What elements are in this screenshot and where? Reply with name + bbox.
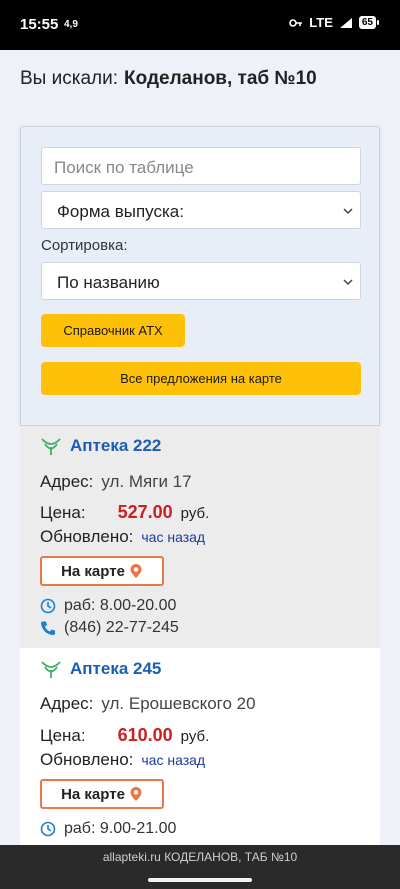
- address-label: Адрес:: [40, 472, 94, 491]
- address-label: Адрес:: [40, 694, 94, 713]
- on-map-button[interactable]: На карте: [40, 556, 164, 586]
- address-value: ул. Мяги 17: [101, 472, 192, 491]
- pharmacy-name[interactable]: Аптека 245: [70, 659, 161, 679]
- updated-label: Обновлено:: [40, 527, 134, 546]
- sort-label: Сортировка:: [41, 237, 128, 254]
- price-label: Цена:: [40, 726, 86, 745]
- pharmacy-header[interactable]: Аптека 245: [40, 659, 161, 679]
- updated-label: Обновлено:: [40, 750, 134, 769]
- search-query: Коделанов, таб №10: [124, 68, 317, 89]
- hours-row: раб: 9.00-21.00: [40, 820, 176, 838]
- search-prefix: Вы искали:: [20, 68, 118, 89]
- pharmacy-logo-icon: [41, 438, 61, 455]
- phone-icon: [41, 621, 55, 635]
- currency: руб.: [180, 505, 210, 522]
- price-value: 610.00: [117, 725, 173, 745]
- updated-row: Обновлено: час назад: [40, 527, 205, 547]
- on-map-label: На карте: [61, 785, 125, 803]
- pharmacy-card: Аптека 222 Адрес: ул. Мяги 17 Цена: 527.00…: [20, 426, 380, 648]
- sort-select-value: По названию: [57, 273, 160, 292]
- status-time: 15:55: [20, 16, 59, 33]
- atc-reference-button[interactable]: Справочник АТХ: [41, 314, 185, 347]
- hours-value: раб: 9.00-21.00: [64, 820, 177, 837]
- all-offers-map-button[interactable]: Все предложения на карте: [41, 362, 361, 395]
- status-bar: 15:55 4,9 LTE 65: [0, 0, 400, 50]
- signal-icon: [339, 17, 352, 28]
- pharmacy-logo-icon: [41, 661, 61, 678]
- bottom-bar: allapteki.ru КОДЕЛАНОВ, ТАБ №10: [0, 845, 400, 889]
- clock-icon: [40, 598, 56, 614]
- address-row: Адрес: ул. Мяги 17: [40, 472, 192, 492]
- updated-value: час назад: [141, 752, 206, 768]
- page-url-title: allapteki.ru КОДЕЛАНОВ, ТАБ №10: [102, 850, 298, 864]
- sort-select[interactable]: По названию: [41, 262, 361, 300]
- network-speed: 4,9: [64, 19, 78, 30]
- network-type: LTE: [309, 15, 333, 30]
- home-indicator[interactable]: [148, 878, 252, 882]
- price-label: Цена:: [40, 503, 86, 522]
- pharmacy-header[interactable]: Аптека 222: [40, 436, 161, 456]
- form-select-value: Форма выпуска:: [57, 202, 184, 221]
- chevron-down-icon: [343, 279, 353, 286]
- phone-row[interactable]: (846) 22-77-245: [40, 619, 179, 637]
- price-row: Цена: 527.00 руб.: [40, 502, 209, 523]
- updated-row: Обновлено: час назад: [40, 750, 205, 770]
- on-map-label: На карте: [61, 562, 125, 580]
- address-value: ул. Ерошевского 20: [101, 694, 256, 713]
- filter-panel: Поиск по таблице Форма выпуска: Сортиров…: [20, 126, 380, 426]
- key-icon: [289, 18, 303, 27]
- on-map-button[interactable]: На карте: [40, 779, 164, 809]
- pharmacy-name[interactable]: Аптека 222: [70, 436, 161, 456]
- address-row: Адрес: ул. Ерошевского 20: [40, 694, 256, 714]
- map-pin-icon: [130, 787, 142, 801]
- currency: руб.: [180, 728, 210, 745]
- price-value: 527.00: [117, 502, 173, 522]
- map-pin-icon: [130, 564, 142, 578]
- table-search-input[interactable]: Поиск по таблице: [41, 147, 361, 185]
- chevron-down-icon: [343, 208, 353, 215]
- phone-value[interactable]: (846) 22-77-245: [64, 619, 179, 637]
- clock-icon: [40, 821, 56, 837]
- pharmacy-card: Аптека 245 Адрес: ул. Ерошевского 20 Цена…: [20, 648, 380, 845]
- hours-value: раб: 8.00-20.00: [64, 597, 177, 614]
- form-select[interactable]: Форма выпуска:: [41, 191, 361, 229]
- status-icons: LTE 65: [289, 15, 380, 30]
- battery-icon: 65: [358, 16, 380, 29]
- hours-row: раб: 8.00-20.00: [40, 597, 176, 615]
- search-title: Вы искали: Коделанов, таб №10: [20, 68, 317, 90]
- price-row: Цена: 610.00 руб.: [40, 725, 209, 746]
- updated-value: час назад: [141, 529, 206, 545]
